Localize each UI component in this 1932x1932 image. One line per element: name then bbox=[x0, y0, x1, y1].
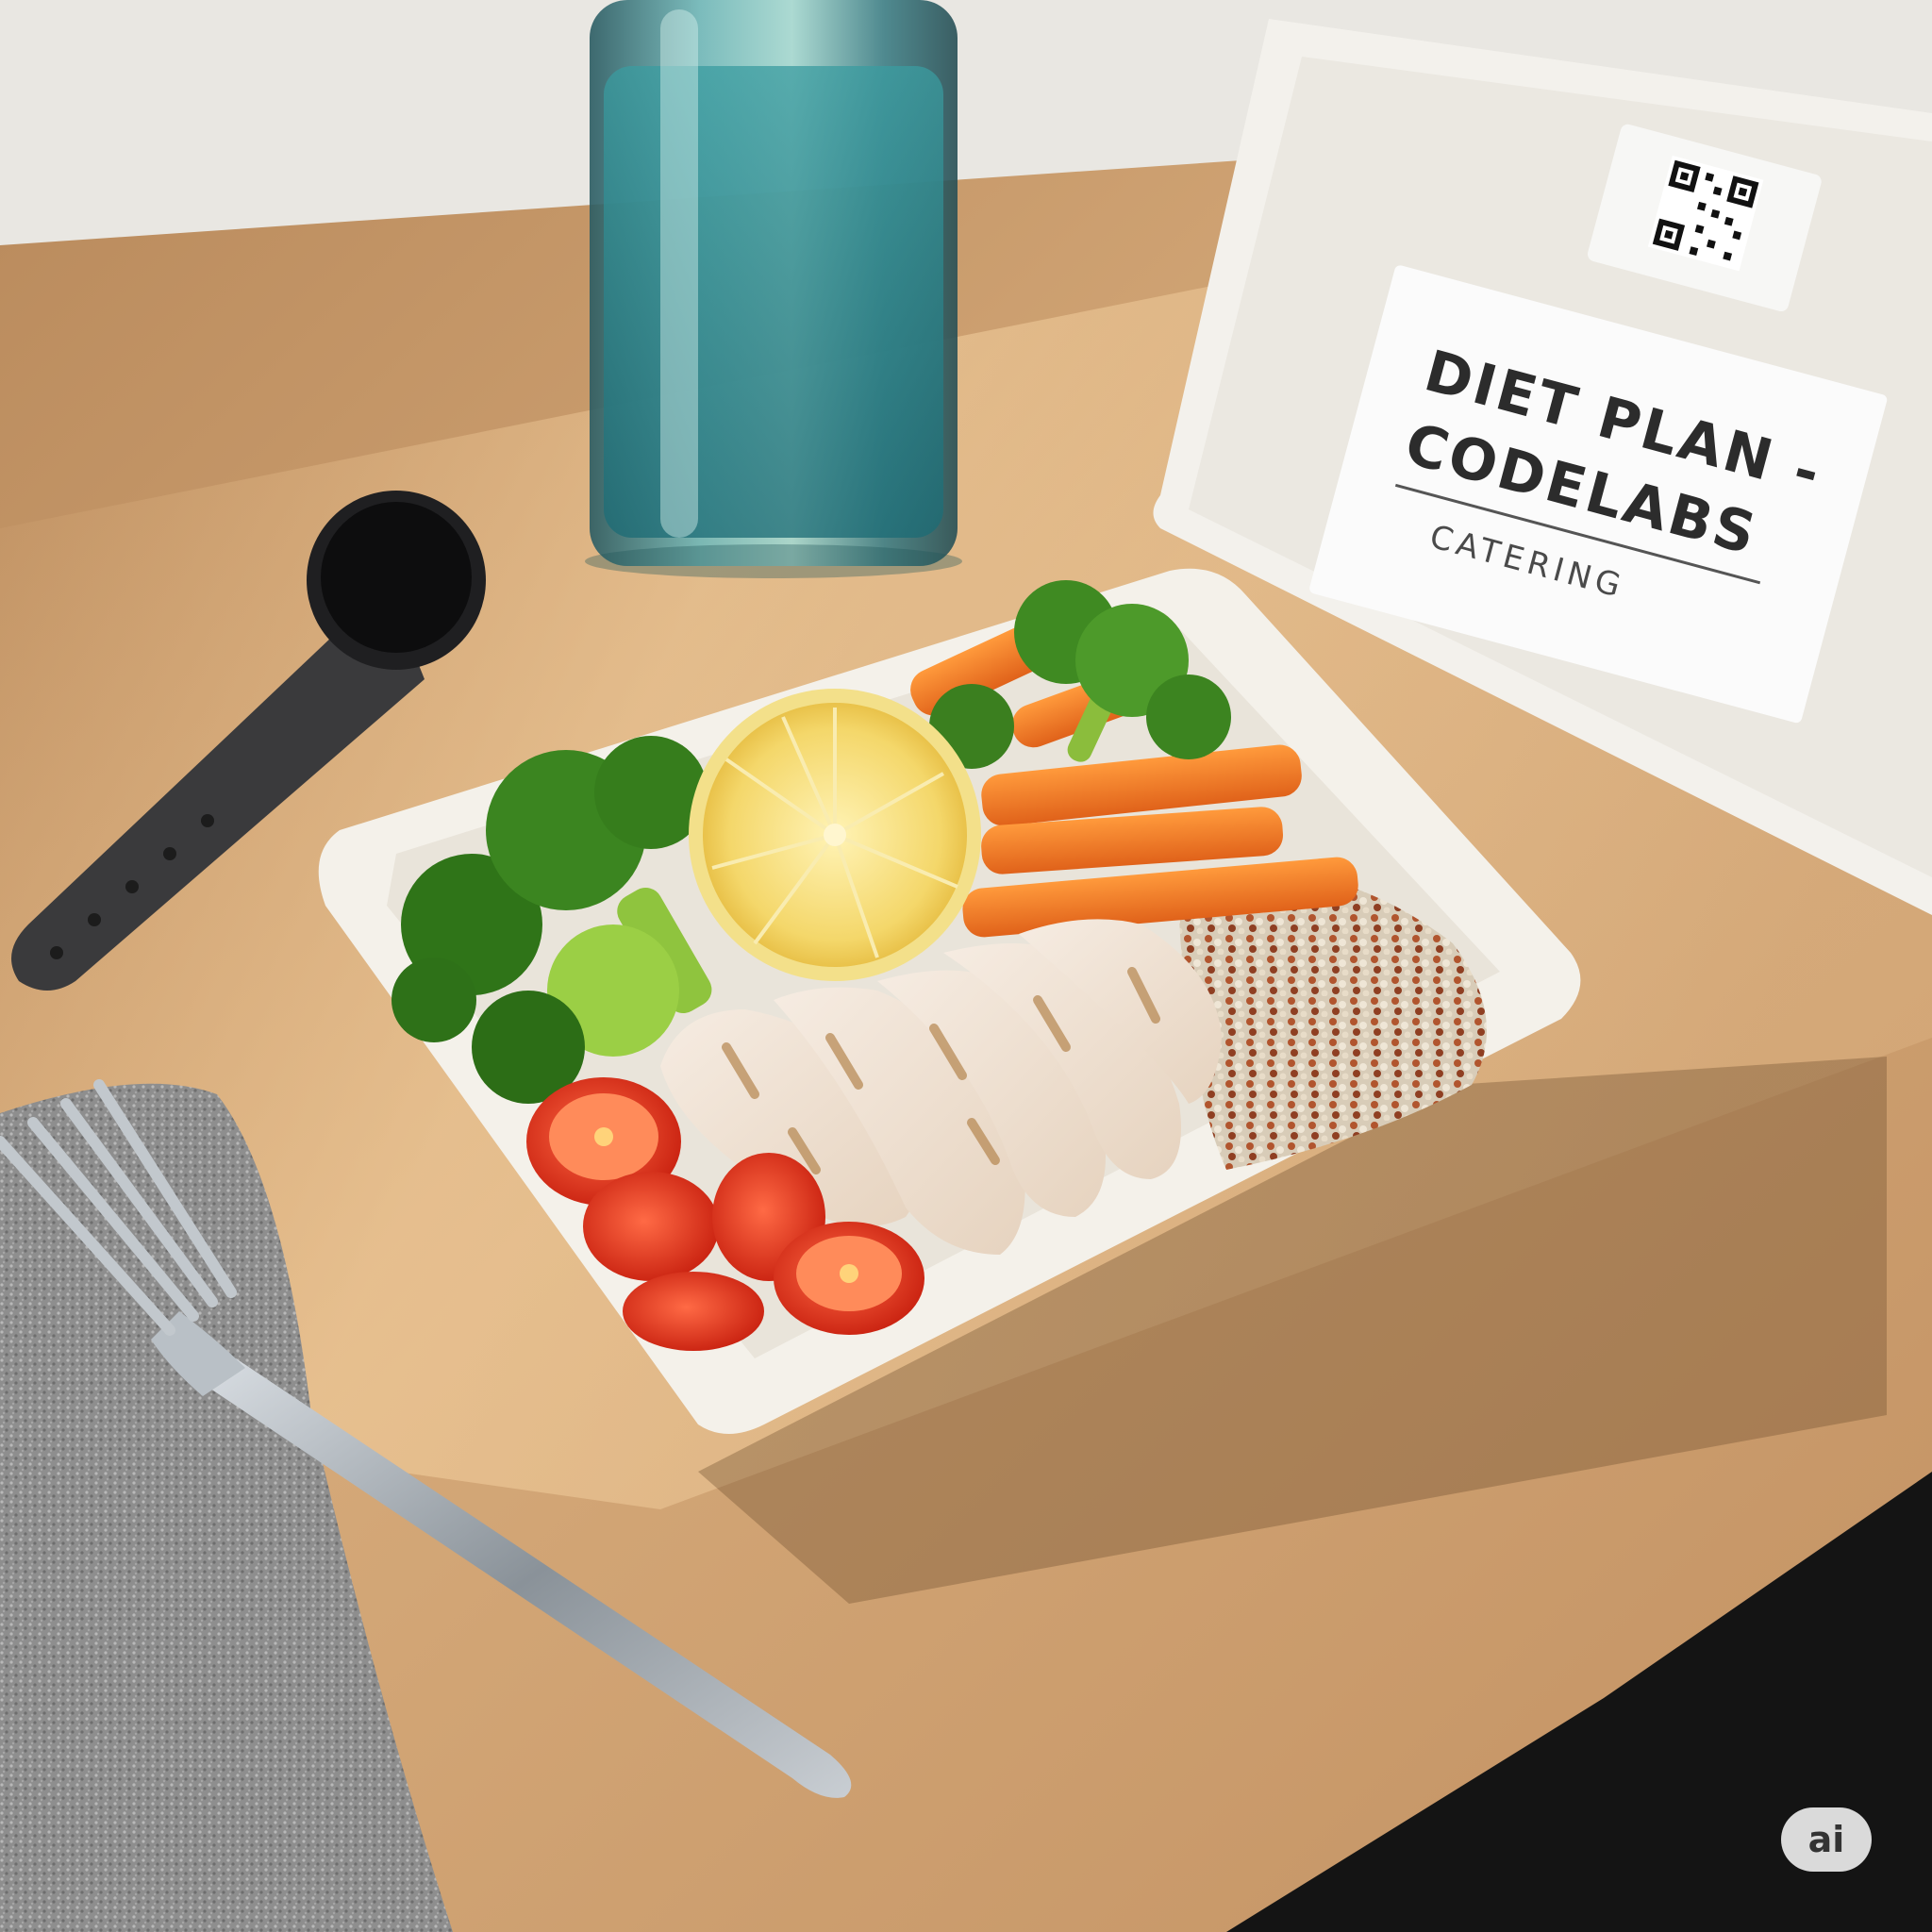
lemon-slice bbox=[689, 689, 981, 981]
ai-watermark-badge: ai bbox=[1781, 1807, 1872, 1872]
water-bottle bbox=[585, 0, 962, 578]
meal-photo-scene: DIET PLAN - CODELABS CATERING bbox=[0, 0, 1932, 1932]
